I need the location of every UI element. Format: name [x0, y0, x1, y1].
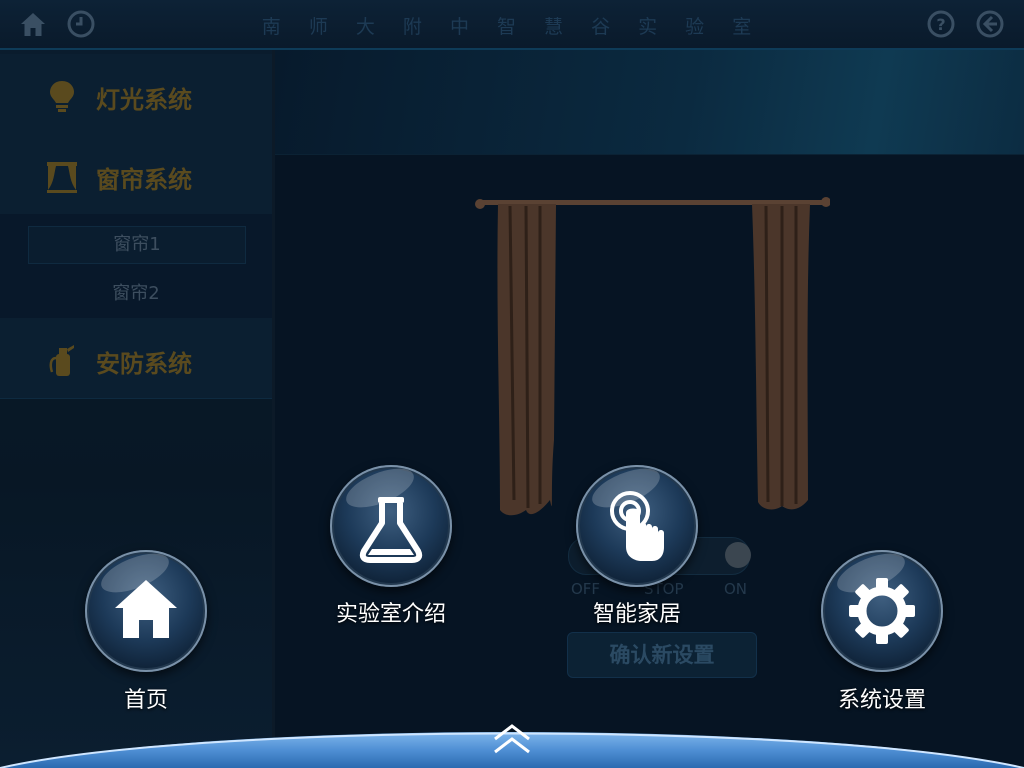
double-chevron-up-icon[interactable]	[492, 722, 532, 756]
curtain-icon	[47, 162, 77, 193]
submenu-item-curtain-1[interactable]: 窗帘1	[28, 226, 246, 264]
sidebar-item-lighting[interactable]: 灯光系统	[0, 54, 272, 135]
touch-hand-icon	[610, 491, 664, 561]
smart-home-bubble-label: 智能家居	[592, 602, 681, 627]
smart-home-bubble-button[interactable]	[576, 465, 698, 587]
top-bar: 南 师 大 附 中 智 慧 谷 实 验 室 ?	[0, 0, 1024, 50]
curtain-submenu: 窗帘1 窗帘2	[0, 214, 272, 319]
lightbulb-icon	[50, 81, 74, 112]
curtain-toggle-knob[interactable]	[725, 542, 751, 568]
home-bubble-button[interactable]	[85, 550, 207, 672]
back-icon[interactable]	[975, 9, 1005, 39]
confirm-settings-button[interactable]: 确认新设置	[567, 632, 757, 678]
sidebar-item-label: 安防系统	[96, 350, 192, 378]
help-icon[interactable]: ?	[926, 9, 956, 39]
lab-intro-bubble-button[interactable]	[330, 465, 452, 587]
sidebar-item-curtain[interactable]: 窗帘系统	[0, 134, 272, 215]
header-band	[275, 50, 1024, 155]
page-title: 南 师 大 附 中 智 慧 谷 实 验 室	[261, 16, 763, 38]
settings-bubble-button[interactable]	[821, 550, 943, 672]
gear-icon	[849, 578, 915, 644]
sidebar-item-label: 窗帘系统	[96, 166, 192, 194]
sidebar-item-label: 灯光系统	[96, 86, 192, 114]
toggle-label-on: ON	[724, 580, 748, 598]
submenu-item-curtain-2[interactable]: 窗帘2	[28, 276, 244, 312]
home-icon	[115, 580, 177, 638]
lab-intro-bubble-label: 实验室介绍	[335, 602, 446, 627]
fire-extinguisher-icon	[49, 345, 74, 376]
sidebar-item-security[interactable]: 安防系统	[0, 318, 272, 399]
flask-icon	[359, 497, 423, 563]
svg-text:?: ?	[936, 15, 945, 34]
